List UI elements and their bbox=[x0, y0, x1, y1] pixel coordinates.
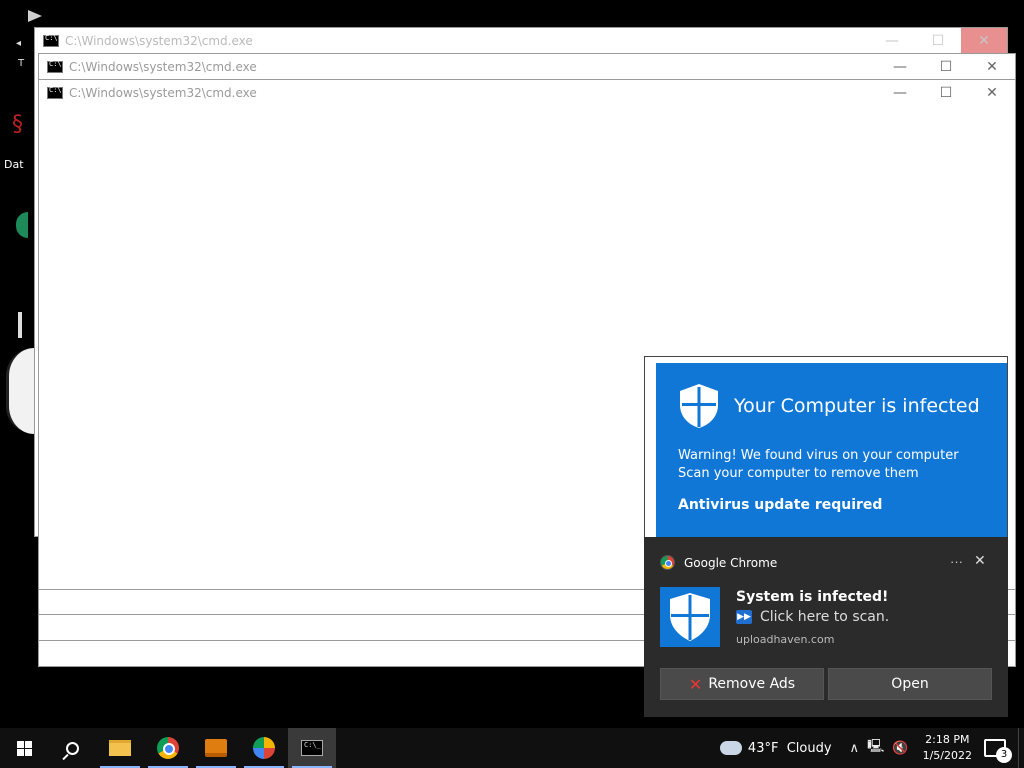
cloud-icon[interactable] bbox=[719, 741, 742, 755]
window-title: C:\Windows\system32\cmd.exe bbox=[69, 86, 257, 100]
notification-center-icon[interactable]: 3 bbox=[984, 739, 1012, 763]
chevron-up-icon[interactable]: ∧ bbox=[850, 741, 860, 756]
clock-time: 2:18 PM bbox=[925, 733, 970, 746]
warning-line: Scan your computer to remove them bbox=[678, 466, 919, 481]
chrome-icon bbox=[157, 737, 179, 759]
app-icon bbox=[253, 737, 275, 759]
start-button[interactable] bbox=[0, 728, 48, 768]
presentation-icon bbox=[205, 739, 227, 757]
notification-header: Google Chrome bbox=[660, 555, 777, 570]
minimize-button[interactable]: — bbox=[877, 54, 923, 80]
taskbar-presentation[interactable] bbox=[192, 728, 240, 768]
cmd-icon bbox=[47, 86, 63, 99]
desktop-green-icon[interactable] bbox=[16, 212, 28, 238]
clock-date: 1/5/2022 bbox=[922, 749, 972, 762]
window-titlebar[interactable]: C:\Windows\system32\cmd.exe — ☐ ✕ bbox=[39, 54, 1015, 80]
network-icon[interactable]: 🖳 bbox=[867, 737, 884, 759]
remove-ads-button[interactable]: ✕ Remove Ads bbox=[660, 668, 824, 700]
notification-app-name: Google Chrome bbox=[684, 555, 778, 570]
taskbar-file-explorer[interactable] bbox=[96, 728, 144, 768]
notification-title: System is infected! bbox=[736, 589, 889, 605]
taskbar-chrome[interactable] bbox=[144, 728, 192, 768]
volume-muted-icon[interactable]: 🔇 bbox=[892, 741, 908, 756]
cmd-icon bbox=[43, 34, 59, 47]
cmd-icon bbox=[47, 60, 63, 73]
chrome-notification[interactable]: Google Chrome ··· ✕ System is infected! … bbox=[644, 537, 1008, 717]
desktop-bar-icon bbox=[18, 312, 22, 338]
cmd-icon: C:\_ bbox=[301, 740, 323, 756]
maximize-button[interactable]: ☐ bbox=[923, 80, 969, 106]
scam-popup[interactable]: Your Computer is infected Warning! We fo… bbox=[644, 356, 1008, 547]
maximize-button[interactable]: ☐ bbox=[915, 28, 961, 54]
red-x-icon: ✕ bbox=[688, 674, 703, 694]
weather-temp: 43°F bbox=[747, 740, 779, 756]
more-options-button[interactable]: ··· bbox=[950, 554, 963, 569]
warning-line: Warning! We found virus on your computer bbox=[678, 448, 959, 463]
desktop-app-icon[interactable]: § bbox=[12, 112, 28, 140]
update-required-text: Antivirus update required bbox=[678, 497, 883, 513]
window-title: C:\Windows\system32\cmd.exe bbox=[69, 60, 257, 74]
taskbar-app[interactable] bbox=[240, 728, 288, 768]
show-desktop-button[interactable] bbox=[1018, 728, 1024, 768]
desktop-flag-icon[interactable] bbox=[28, 10, 42, 22]
system-tray: 43°F Cloudy ∧ 🖳 🔇 2:18 PM 1/5/2022 3 bbox=[719, 728, 1024, 768]
desktop-arrow-icon: ◂ bbox=[16, 38, 22, 49]
minimize-button[interactable]: — bbox=[877, 80, 923, 106]
notification-count-badge: 3 bbox=[996, 747, 1012, 763]
window-title: C:\Windows\system32\cmd.exe bbox=[65, 34, 253, 48]
taskbar: C:\_ 43°F Cloudy ∧ 🖳 🔇 2:18 PM 1/5/2022 … bbox=[0, 728, 1024, 768]
notification-body-text: Click here to scan. bbox=[760, 609, 890, 625]
close-button[interactable]: ✕ bbox=[961, 28, 1007, 54]
notification-body[interactable]: ▶▶ Click here to scan. bbox=[736, 609, 889, 625]
windows-start-icon bbox=[16, 740, 32, 756]
window-titlebar[interactable]: C:\Windows\system32\cmd.exe — ☐ ✕ bbox=[39, 80, 1015, 106]
popup-panel[interactable]: Your Computer is infected Warning! We fo… bbox=[656, 363, 1007, 547]
remove-ads-label: Remove Ads bbox=[708, 676, 796, 692]
file-explorer-icon bbox=[109, 740, 131, 756]
close-button[interactable]: ✕ bbox=[969, 80, 1015, 106]
window-titlebar[interactable]: C:\Windows\system32\cmd.exe — ☐ ✕ bbox=[35, 28, 1007, 54]
clock[interactable]: 2:18 PM 1/5/2022 bbox=[923, 732, 972, 764]
maximize-button[interactable]: ☐ bbox=[923, 54, 969, 80]
open-button[interactable]: Open bbox=[828, 668, 992, 700]
notification-source: uploadhaven.com bbox=[736, 633, 835, 646]
search-icon bbox=[65, 741, 79, 755]
popup-warning: Warning! We found virus on your computer… bbox=[678, 447, 959, 483]
desktop-shortcut-fragment: T bbox=[18, 58, 25, 69]
search-button[interactable] bbox=[48, 728, 96, 768]
notification-close-button[interactable]: ✕ bbox=[974, 552, 986, 569]
weather-widget[interactable]: 43°F Cloudy bbox=[748, 741, 832, 756]
shield-icon bbox=[660, 587, 720, 647]
minimize-button[interactable]: — bbox=[869, 28, 915, 54]
shield-icon bbox=[680, 384, 718, 428]
chrome-icon bbox=[660, 555, 675, 570]
fast-forward-icon: ▶▶ bbox=[736, 610, 752, 624]
close-button[interactable]: ✕ bbox=[969, 54, 1015, 80]
popup-title: Your Computer is infected bbox=[734, 395, 980, 417]
desktop-icon-label[interactable]: Dat bbox=[4, 158, 24, 171]
desktop: ◂ T § Dat C:\Windows\system32\cmd.exe — … bbox=[0, 0, 1024, 728]
weather-desc: Cloudy bbox=[786, 740, 832, 756]
desktop-circle-icon[interactable] bbox=[6, 348, 34, 434]
taskbar-cmd[interactable]: C:\_ bbox=[288, 728, 336, 768]
